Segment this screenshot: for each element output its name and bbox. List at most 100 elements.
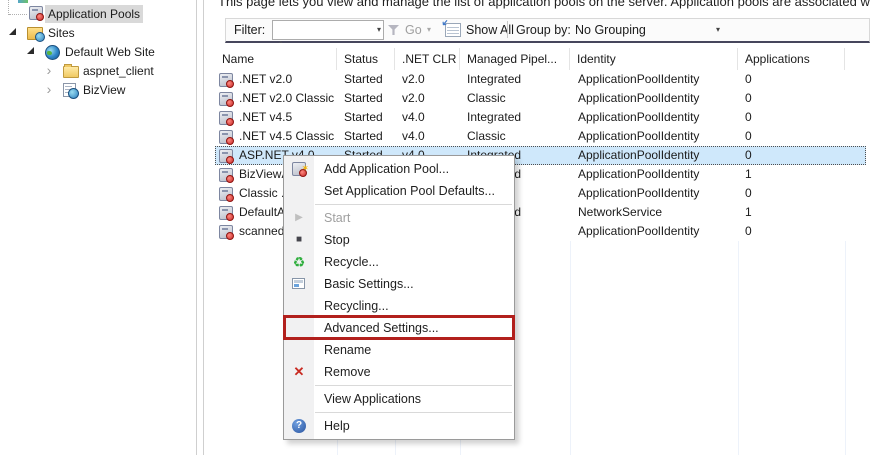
application-pool-icon <box>219 167 234 183</box>
menu-item-start: ▶ Start <box>284 207 514 229</box>
pool-identity: ApplicationPoolIdentity <box>578 167 700 181</box>
application-pools-icon <box>29 6 44 21</box>
application-pool-icon <box>219 72 234 88</box>
pool-status: Started <box>344 72 383 86</box>
pool-name: BizViewA <box>239 167 290 181</box>
pool-clr-version: v4.0 <box>402 129 425 143</box>
column-header-pipeline[interactable]: Managed Pipel... <box>460 48 570 70</box>
menu-item-recycle[interactable]: ♻ Recycle... <box>284 251 514 273</box>
application-pool-icon <box>219 110 234 126</box>
menu-item-label: Rename <box>324 343 372 357</box>
menu-item-help[interactable]: ? Help <box>284 415 514 437</box>
pool-identity: ApplicationPoolIdentity <box>578 224 700 238</box>
pool-name: DefaultA <box>239 205 286 219</box>
pool-applications: 0 <box>745 224 752 238</box>
pool-applications: 0 <box>745 186 752 200</box>
pool-pipeline: Integrated <box>467 110 522 124</box>
sidebar-item-bizview[interactable]: BizView <box>80 81 128 99</box>
table-row[interactable]: .NET v4.5 Started v4.0 Integrated Applic… <box>215 108 845 127</box>
expand-arrow-icon[interactable] <box>27 47 34 54</box>
menu-item-remove[interactable]: ✕ Remove <box>284 361 514 383</box>
table-row[interactable]: .NET v4.5 Classic Started v4.0 Classic A… <box>215 127 845 146</box>
grid-line <box>570 241 571 455</box>
pool-identity: ApplicationPoolIdentity <box>578 129 700 143</box>
menu-item-label: Remove <box>324 365 371 379</box>
column-header-identity[interactable]: Identity <box>570 48 738 70</box>
collapse-chevron-icon[interactable]: › <box>44 63 54 77</box>
expand-arrow-icon[interactable] <box>9 28 16 35</box>
pool-status: Started <box>344 91 383 105</box>
menu-item-rename[interactable]: Rename <box>284 339 514 361</box>
menu-item-label: View Applications <box>324 392 422 406</box>
pool-name: Classic . <box>239 186 285 200</box>
table-row[interactable]: .NET v2.0 Classic Started v2.0 Classic A… <box>215 89 845 108</box>
pool-applications: 1 <box>745 167 752 181</box>
add-application-pool-icon: ✶ <box>292 162 309 177</box>
column-header-status[interactable]: Status <box>337 48 395 70</box>
pool-pipeline: Classic <box>467 91 506 105</box>
web-application-icon <box>63 83 79 99</box>
column-header-clr-version[interactable]: .NET CLR V... <box>395 48 460 70</box>
pool-clr-version: v4.0 <box>402 110 425 124</box>
menu-separator <box>315 412 512 413</box>
chevron-down-icon[interactable]: ▾ <box>716 19 720 41</box>
pool-identity: ApplicationPoolIdentity <box>578 91 700 105</box>
column-header-applications[interactable]: Applications <box>738 48 845 70</box>
menu-item-label: Basic Settings... <box>324 277 414 291</box>
pool-applications: 0 <box>745 110 752 124</box>
menu-item-basic-settings[interactable]: Basic Settings... <box>284 273 514 295</box>
grid-line <box>845 241 846 455</box>
show-all-icon <box>445 23 461 37</box>
table-row[interactable]: .NET v2.0 Started v2.0 Integrated Applic… <box>215 70 845 89</box>
panel-splitter[interactable] <box>196 0 197 455</box>
sidebar-item-sites[interactable]: Sites <box>45 24 78 42</box>
sidebar-item-aspnet-client[interactable]: aspnet_client <box>80 62 157 80</box>
pool-pipeline: Integrated <box>467 72 522 86</box>
menu-item-label: Help <box>324 419 350 433</box>
pool-name: .NET v2.0 Classic <box>239 91 335 105</box>
group-by-select[interactable]: No Grouping <box>575 19 646 41</box>
menu-item-advanced-settings[interactable]: Advanced Settings... <box>284 317 514 339</box>
menu-item-stop[interactable]: ■ Stop <box>284 229 514 251</box>
collapse-chevron-icon[interactable]: › <box>44 82 54 96</box>
sidebar-item-default-web-site[interactable]: Default Web Site <box>62 43 158 61</box>
filter-input[interactable]: ▾ <box>272 20 384 40</box>
pool-name: .NET v2.0 <box>239 72 293 86</box>
panel-splitter[interactable] <box>203 0 204 455</box>
sidebar-item-application-pools[interactable]: Application Pools <box>45 5 144 23</box>
pool-pipeline: Classic <box>467 129 506 143</box>
column-header-name[interactable]: Name <box>215 48 337 70</box>
filter-funnel-icon <box>388 25 399 35</box>
menu-item-label: Start <box>324 211 351 225</box>
pool-name: .NET v4.5 Classic <box>239 129 335 143</box>
pool-status: Started <box>344 129 383 143</box>
menu-item-view-applications[interactable]: View Applications <box>284 388 514 410</box>
menu-item-label: Stop <box>324 233 350 247</box>
application-pool-icon <box>219 148 234 164</box>
page-description: This page lets you view and manage the l… <box>218 0 870 9</box>
new-star-icon: ✶ <box>301 163 309 173</box>
application-pool-icon <box>219 186 234 202</box>
menu-separator <box>315 385 512 386</box>
chevron-down-icon[interactable]: ▾ <box>377 21 381 39</box>
application-pool-icon <box>219 205 234 221</box>
application-pool-icon <box>219 129 234 145</box>
go-dropdown-icon[interactable]: ▾ <box>427 19 431 41</box>
pool-identity: ApplicationPoolIdentity <box>578 148 700 162</box>
menu-item-recycling[interactable]: Recycling... <box>284 295 514 317</box>
connections-panel: Application Pools Sites Default Web Site… <box>0 0 196 455</box>
grid-line <box>738 241 739 455</box>
context-menu: ✶ Add Application Pool... Set Applicatio… <box>283 155 515 440</box>
menu-item-set-application-pool-defaults[interactable]: Set Application Pool Defaults... <box>284 180 514 202</box>
table-header: Name Status .NET CLR V... Managed Pipel.… <box>215 48 845 70</box>
pool-applications: 0 <box>745 72 752 86</box>
menu-item-label: Set Application Pool Defaults... <box>324 184 495 198</box>
application-pool-icon <box>219 91 234 107</box>
pool-status: Started <box>344 110 383 124</box>
pool-applications: 0 <box>745 129 752 143</box>
help-icon: ? <box>292 419 306 433</box>
group-by-label: Group by: <box>516 23 571 37</box>
start-icon: ▶ <box>295 212 303 223</box>
menu-item-add-application-pool[interactable]: ✶ Add Application Pool... <box>284 158 514 180</box>
go-button[interactable]: Go <box>405 19 422 41</box>
